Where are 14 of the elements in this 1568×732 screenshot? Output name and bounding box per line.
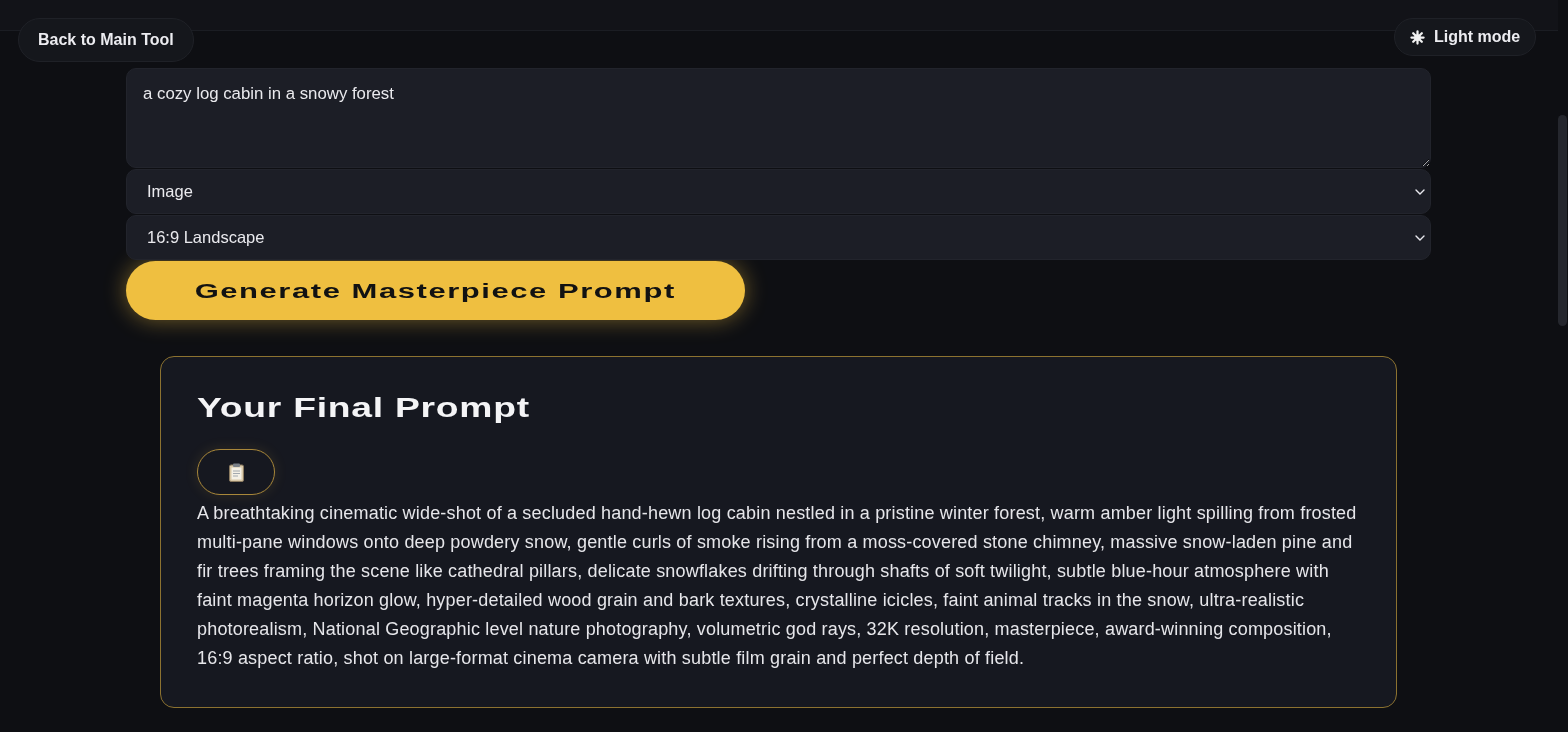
result-title: Your Final Prompt <box>197 393 530 423</box>
clipboard-icon <box>228 462 244 482</box>
copy-button[interactable] <box>197 449 275 495</box>
dropdown-select[interactable]: Image <box>126 169 1431 214</box>
sun-icon <box>1410 29 1425 45</box>
generated-prompt-text: A breathtaking cinematic wide-shot of a secluded hand-hewn log cabin nestled in a pristine winter forest, warm amber light spilling from frosted multi-pane windows onto deep powdery snow, gentle curls of smoke rising from a moss-covered stone chimney, massive snow-laden pine and fir trees framing the scene like cathedral pillars, delicate snowflakes drifting through shafts of soft twilight, subtle blue-hour atmosphere with faint magenta horizon glow, hyper-detailed wood grain and bark textures, crystalline icicles, faint animal tracks in the snow, ultra-realistic photorealism, National Geographic level nature photography, volumetric god rays, 32K resolution, masterpiece, award-winning composition, 16:9 aspect ratio, shot on large-format cinema camera with subtle film grain and perfect depth of field. <box>197 502 1358 670</box>
generate-button[interactable]: Generate Masterpiece Prompt <box>126 261 745 320</box>
back-button[interactable]: Back to Main Tool <box>18 18 194 62</box>
chevron-down-icon <box>1415 234 1425 241</box>
prompt-input[interactable]: a cozy log cabin in a snowy forest <box>126 68 1431 168</box>
scrollbar-thumb[interactable] <box>1558 115 1567 326</box>
chevron-down-icon <box>1415 188 1425 195</box>
dropdown-select[interactable]: 16:9 Landscape <box>126 215 1431 260</box>
theme-toggle-button[interactable]: Light mode <box>1394 18 1537 56</box>
